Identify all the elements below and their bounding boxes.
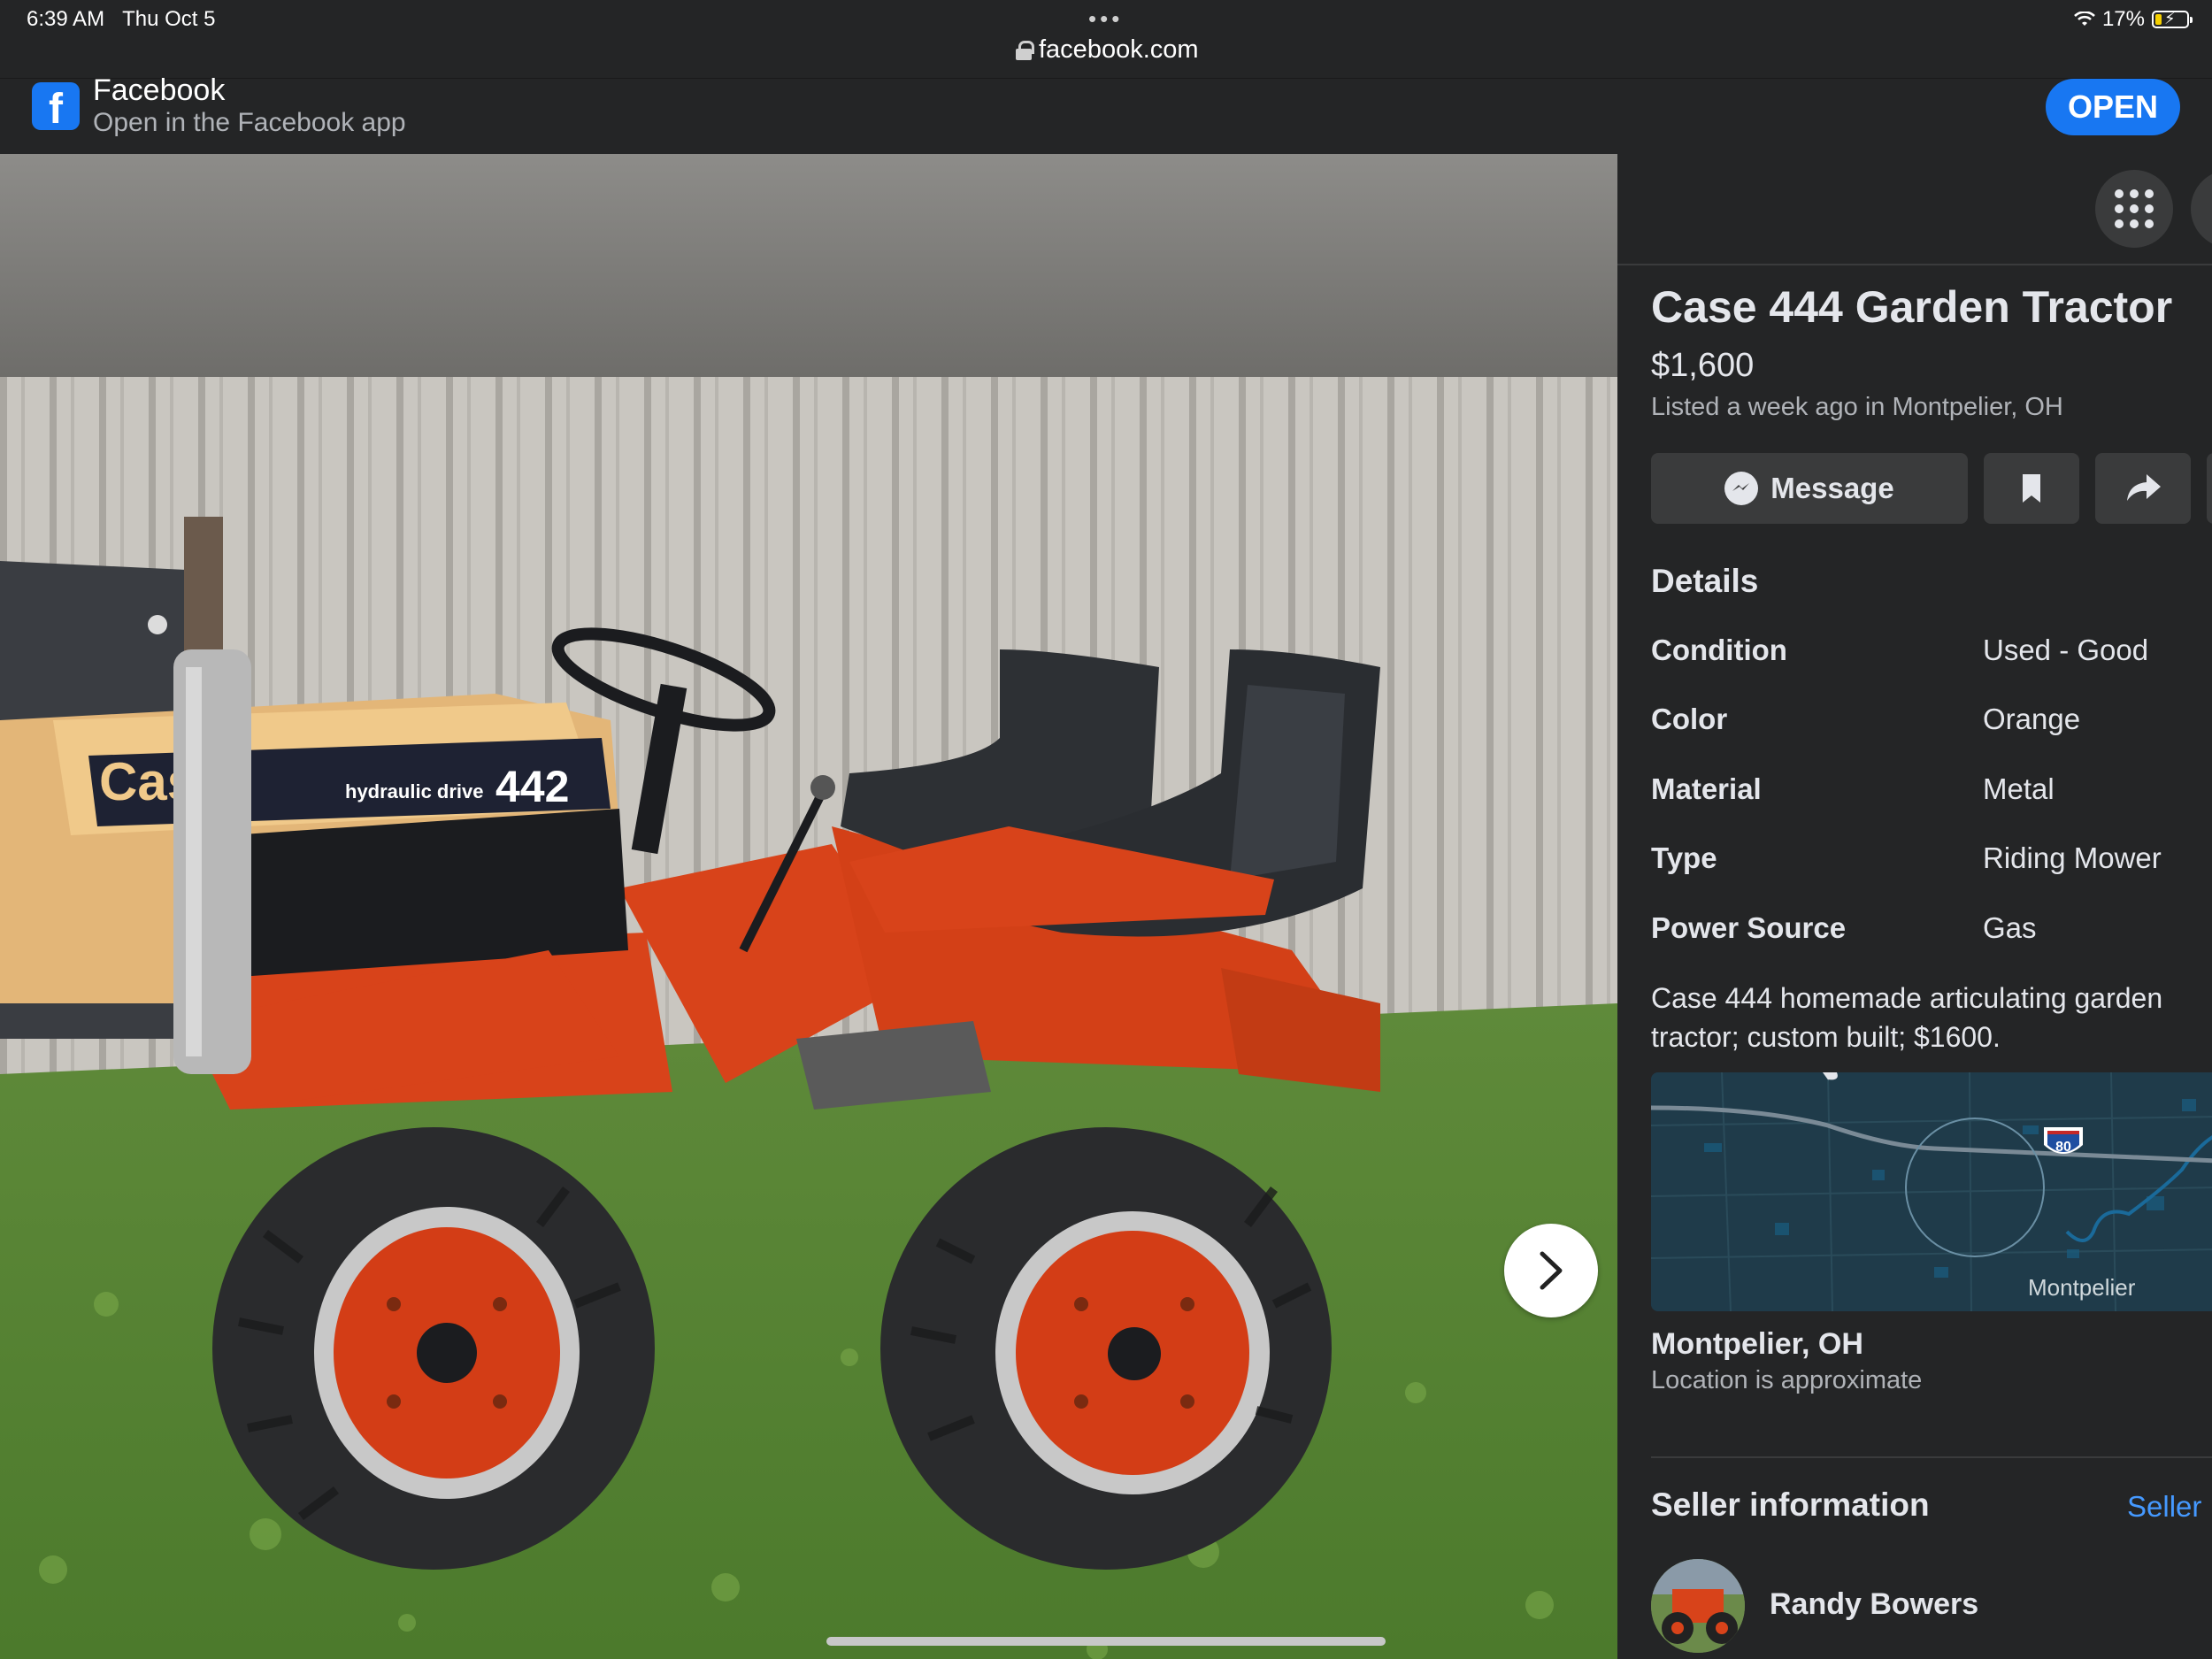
- battery-percent: 17%: [2101, 7, 2145, 31]
- save-button[interactable]: [1984, 453, 2079, 524]
- detail-value: Orange: [1983, 703, 2081, 735]
- map-place-label: Montpelier: [2028, 1274, 2136, 1301]
- detail-value: Gas: [1983, 911, 2037, 944]
- url-text: facebook.com: [1039, 35, 1199, 64]
- tractor-photo: Case hydraulic drive 442: [0, 154, 1617, 1659]
- seller-avatar[interactable]: [1651, 1559, 1745, 1653]
- share-icon: [2127, 474, 2161, 501]
- messenger-button[interactable]: [2191, 170, 2212, 248]
- more-options-button[interactable]: [2207, 453, 2212, 524]
- detail-row-material: Material Metal: [1651, 772, 2212, 817]
- detail-value: Riding Mower: [1983, 841, 2162, 874]
- grid-menu-icon: [2115, 189, 2154, 228]
- facebook-logo-icon: f: [32, 82, 80, 130]
- location-map[interactable]: 80 Montpelier: [1651, 1072, 2212, 1311]
- banner-subtitle: Open in the Facebook app: [93, 108, 406, 137]
- model-number: 442: [495, 762, 569, 811]
- bookmark-icon: [2023, 474, 2040, 503]
- detail-key: Material: [1651, 772, 1762, 805]
- listing-description: Case 444 homemade articulating garden tr…: [1651, 982, 2163, 1053]
- listing-title: Case 444 Garden Tractor: [1651, 282, 2173, 332]
- panel-header: [1617, 154, 2212, 265]
- next-photo-button[interactable]: [1504, 1224, 1598, 1317]
- listing-price: $1,600: [1651, 347, 1755, 384]
- detail-row-color: Color Orange: [1651, 703, 2212, 747]
- detail-row-power-source: Power Source Gas: [1651, 911, 2212, 956]
- message-button[interactable]: Message: [1651, 453, 1968, 524]
- home-indicator[interactable]: [826, 1637, 1386, 1646]
- address-bar[interactable]: facebook.com: [1016, 35, 1199, 65]
- lock-icon: [1016, 40, 1034, 60]
- seller-heading: Seller information: [1651, 1486, 1930, 1523]
- banner-title: Facebook: [93, 73, 226, 107]
- location-title: Montpelier, OH: [1651, 1327, 1863, 1361]
- detail-key: Color: [1651, 703, 1728, 735]
- battery-icon: ⚡: [2152, 10, 2193, 28]
- chevron-right-icon: [1540, 1251, 1563, 1290]
- details-heading: Details: [1651, 563, 1759, 599]
- detail-value: Metal: [1983, 772, 2055, 805]
- hood-text: hydraulic drive: [345, 780, 484, 803]
- menu-button[interactable]: [2095, 170, 2173, 248]
- detail-key: Type: [1651, 841, 1717, 874]
- seller-details-link[interactable]: Seller: [2127, 1490, 2201, 1524]
- detail-value: Used - Good: [1983, 634, 2149, 666]
- status-bar: 6:39 AM Thu Oct 5 ••• facebook.com 17% ⚡: [0, 0, 2212, 78]
- listing-meta: Listed a week ago in Montpelier, OH: [1651, 393, 2063, 421]
- status-time: 6:39 AM Thu Oct 5: [27, 7, 216, 31]
- detail-row-condition: Condition Used - Good: [1651, 634, 2212, 678]
- messenger-icon: [1724, 472, 1759, 505]
- section-divider: [1651, 1456, 2212, 1458]
- detail-key: Power Source: [1651, 911, 1847, 944]
- highway-shield-label: 80: [2055, 1140, 2071, 1155]
- listing-photo[interactable]: Case hydraulic drive 442: [0, 154, 1617, 1659]
- multitask-dots[interactable]: •••: [1088, 5, 1123, 33]
- share-button[interactable]: [2095, 453, 2191, 524]
- open-app-button[interactable]: OPEN: [2046, 79, 2180, 135]
- detail-key: Condition: [1651, 634, 1787, 666]
- location-note: Location is approximate: [1651, 1366, 1923, 1394]
- detail-row-type: Type Riding Mower: [1651, 841, 2212, 886]
- open-in-app-banner: f Facebook Open in the Facebook app OPEN: [0, 73, 2212, 154]
- status-indicators: 17% ⚡: [2074, 7, 2193, 32]
- wifi-icon: [2074, 12, 2095, 26]
- listing-details-panel: Case 444 Garden Tractor $1,600 Listed a …: [1617, 154, 2212, 1659]
- message-label: Message: [1770, 472, 1894, 504]
- seller-name[interactable]: Randy Bowers: [1770, 1587, 1978, 1622]
